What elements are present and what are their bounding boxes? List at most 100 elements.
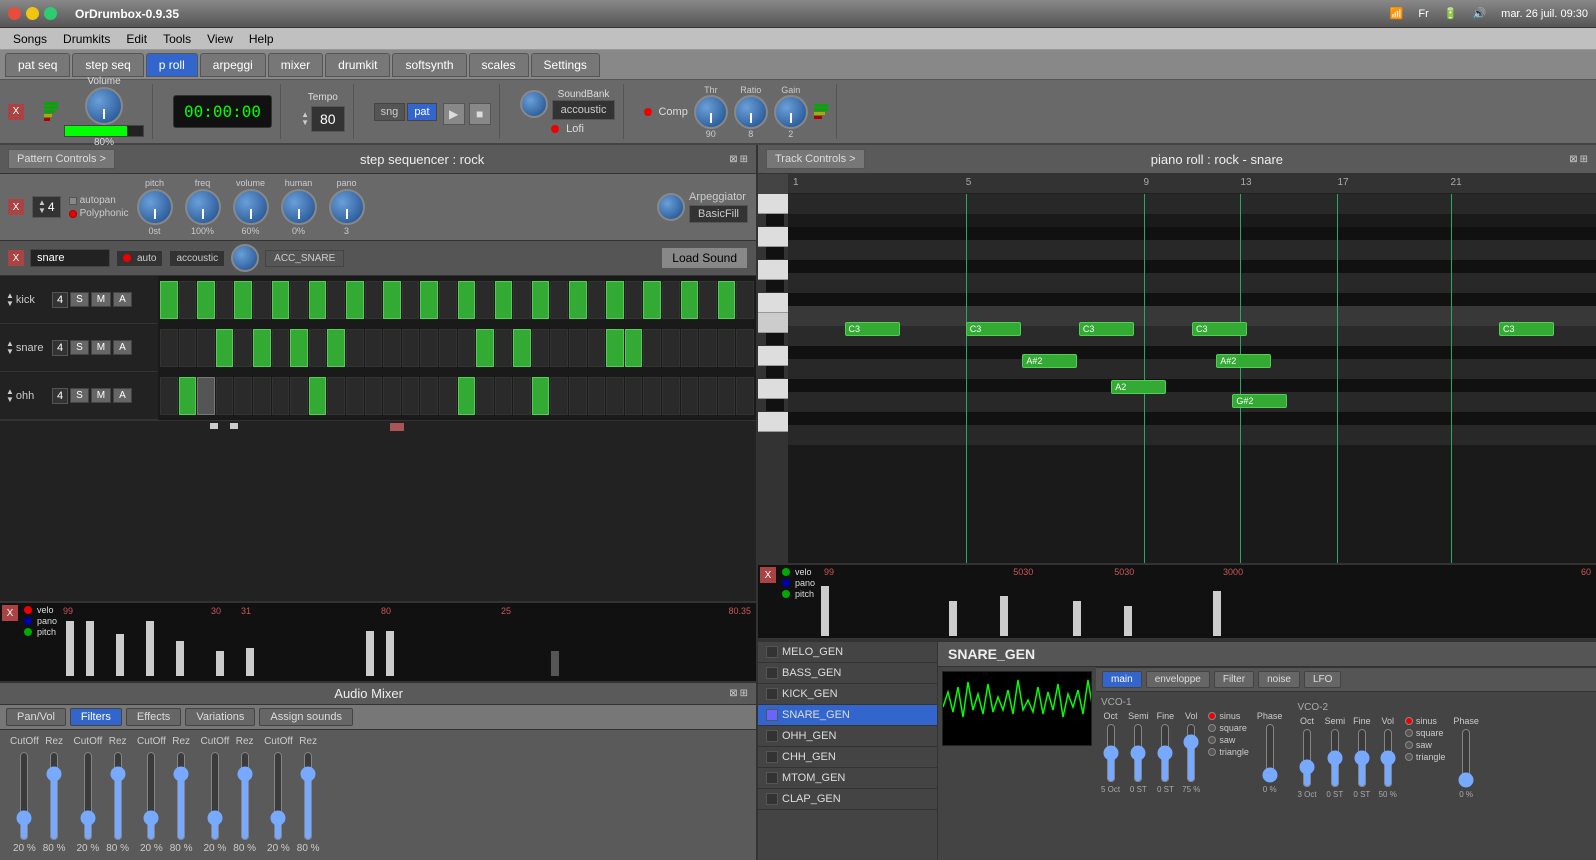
snare-step-10[interactable] [327, 329, 345, 367]
piano-key-c3-white[interactable] [758, 313, 788, 333]
snare-step-2[interactable] [179, 329, 197, 367]
kick-step-17[interactable] [458, 281, 476, 319]
ratio-knob[interactable] [734, 95, 768, 129]
snare-s-btn[interactable]: S [70, 340, 89, 355]
ohh-gen-checkbox[interactable] [766, 730, 778, 742]
vco1-oct-slider[interactable] [1104, 723, 1118, 783]
synth-tab-filter[interactable]: Filter [1214, 671, 1254, 688]
note-c3-1[interactable]: C3 [845, 322, 900, 336]
note-as2-1[interactable]: A#2 [1022, 354, 1077, 368]
freq-knob[interactable] [185, 189, 221, 225]
ohh-step-30[interactable] [699, 377, 717, 415]
piano-key-b2-white[interactable] [758, 346, 788, 366]
ohh-step-14[interactable] [402, 377, 420, 415]
snare-step-4[interactable] [216, 329, 234, 367]
ohh-step-6[interactable] [253, 377, 271, 415]
piano-key-as3-black[interactable] [766, 247, 784, 260]
kick-step-21[interactable] [532, 281, 550, 319]
kick-step-18[interactable] [476, 281, 494, 319]
kick-step-16[interactable] [439, 281, 457, 319]
synth-tab-lfo[interactable]: LFO [1304, 671, 1341, 688]
kick-step-8[interactable] [290, 281, 308, 319]
ohh-step-23[interactable] [569, 377, 587, 415]
ohh-step-13[interactable] [383, 377, 401, 415]
kick-step-27[interactable] [643, 281, 661, 319]
ohh-step-28[interactable] [662, 377, 680, 415]
synth-snare-gen[interactable]: SNARE_GEN [758, 705, 937, 726]
tab-drumkit[interactable]: drumkit [325, 53, 390, 77]
window-controls[interactable] [8, 7, 57, 20]
vco2-phase-slider[interactable] [1459, 728, 1473, 788]
rez-1-slider[interactable] [45, 751, 63, 841]
snare-step-32[interactable] [736, 329, 754, 367]
load-sound-button[interactable]: Load Sound [661, 247, 748, 269]
auto-button[interactable]: auto [116, 250, 163, 267]
piano-key-b3-black[interactable] [766, 214, 784, 227]
cutoff-4-slider[interactable] [206, 751, 224, 841]
cutoff-1-slider[interactable] [15, 751, 33, 841]
tab-mixer[interactable]: mixer [268, 53, 323, 77]
kick-step-20[interactable] [513, 281, 531, 319]
rez-2-slider[interactable] [109, 751, 127, 841]
synth-tab-enveloppe[interactable]: enveloppe [1146, 671, 1210, 688]
autopan-checkbox[interactable] [69, 197, 77, 205]
piano-key-gs3-black[interactable] [766, 280, 784, 293]
kick-step-31[interactable] [718, 281, 736, 319]
toolbar-close-button[interactable]: X [8, 104, 24, 120]
kick-step-26[interactable] [625, 281, 643, 319]
note-c3-5[interactable]: C3 [1499, 322, 1554, 336]
snare-step-29[interactable] [681, 329, 699, 367]
track-name-input[interactable] [30, 249, 110, 267]
pattern-close-button[interactable]: X [8, 199, 24, 215]
vco2-square-radio[interactable] [1405, 729, 1413, 737]
ohh-step-4[interactable] [216, 377, 234, 415]
vco2-fine-slider[interactable] [1355, 728, 1369, 788]
minimize-dot[interactable] [26, 7, 39, 20]
note-gs2-1[interactable]: G#2 [1232, 394, 1287, 408]
kick-step-4[interactable] [216, 281, 234, 319]
pano-knob[interactable] [329, 189, 365, 225]
piano-key-b2-black[interactable] [766, 333, 784, 346]
snare-step-1[interactable] [160, 329, 178, 367]
note-c3-2[interactable]: C3 [966, 322, 1021, 336]
piano-key-a3-white[interactable] [758, 260, 788, 280]
vco1-saw-option[interactable]: saw [1208, 735, 1249, 745]
ohh-step-31[interactable] [718, 377, 736, 415]
soundbank-name[interactable]: accoustic [552, 100, 616, 120]
arp-knob[interactable] [657, 193, 685, 221]
vco2-saw-option[interactable]: saw [1405, 740, 1446, 750]
ohh-step-2[interactable] [179, 377, 197, 415]
vel-close-button[interactable]: X [2, 605, 18, 621]
snare-step-6[interactable] [253, 329, 271, 367]
synth-chh-gen[interactable]: CHH_GEN [758, 747, 937, 768]
ohh-step-19[interactable] [495, 377, 513, 415]
tempo-down[interactable]: ▼ [301, 119, 309, 127]
kick-step-9[interactable] [309, 281, 327, 319]
human-knob[interactable] [281, 189, 317, 225]
synth-clap-gen[interactable]: CLAP_GEN [758, 789, 937, 810]
track-controls-button[interactable]: Track Controls > [766, 149, 865, 169]
vco1-vol-slider[interactable] [1184, 723, 1198, 783]
snare-step-23[interactable] [569, 329, 587, 367]
snare-step-5[interactable] [234, 329, 252, 367]
snare-step-28[interactable] [662, 329, 680, 367]
ohh-step-15[interactable] [420, 377, 438, 415]
snare-step-21[interactable] [532, 329, 550, 367]
tab-scales[interactable]: scales [469, 53, 529, 77]
kick-step-13[interactable] [383, 281, 401, 319]
snare-m-btn[interactable]: M [91, 340, 111, 355]
kick-step-10[interactable] [327, 281, 345, 319]
kick-step-30[interactable] [699, 281, 717, 319]
ohh-step-8[interactable] [290, 377, 308, 415]
snare-step-24[interactable] [588, 329, 606, 367]
volume-knob[interactable] [85, 87, 123, 125]
ohh-s-btn[interactable]: S [70, 388, 89, 403]
vco2-vol-slider[interactable] [1381, 728, 1395, 788]
tab-step-seq[interactable]: step seq [72, 53, 143, 77]
tab-arpeggi[interactable]: arpeggi [200, 53, 266, 77]
step-seq-minimize[interactable]: ⊠ [729, 154, 737, 165]
snare-step-26[interactable] [625, 329, 643, 367]
piano-key-a2-white[interactable] [758, 379, 788, 399]
rez-4-slider[interactable] [236, 751, 254, 841]
menu-help[interactable]: Help [241, 30, 282, 48]
